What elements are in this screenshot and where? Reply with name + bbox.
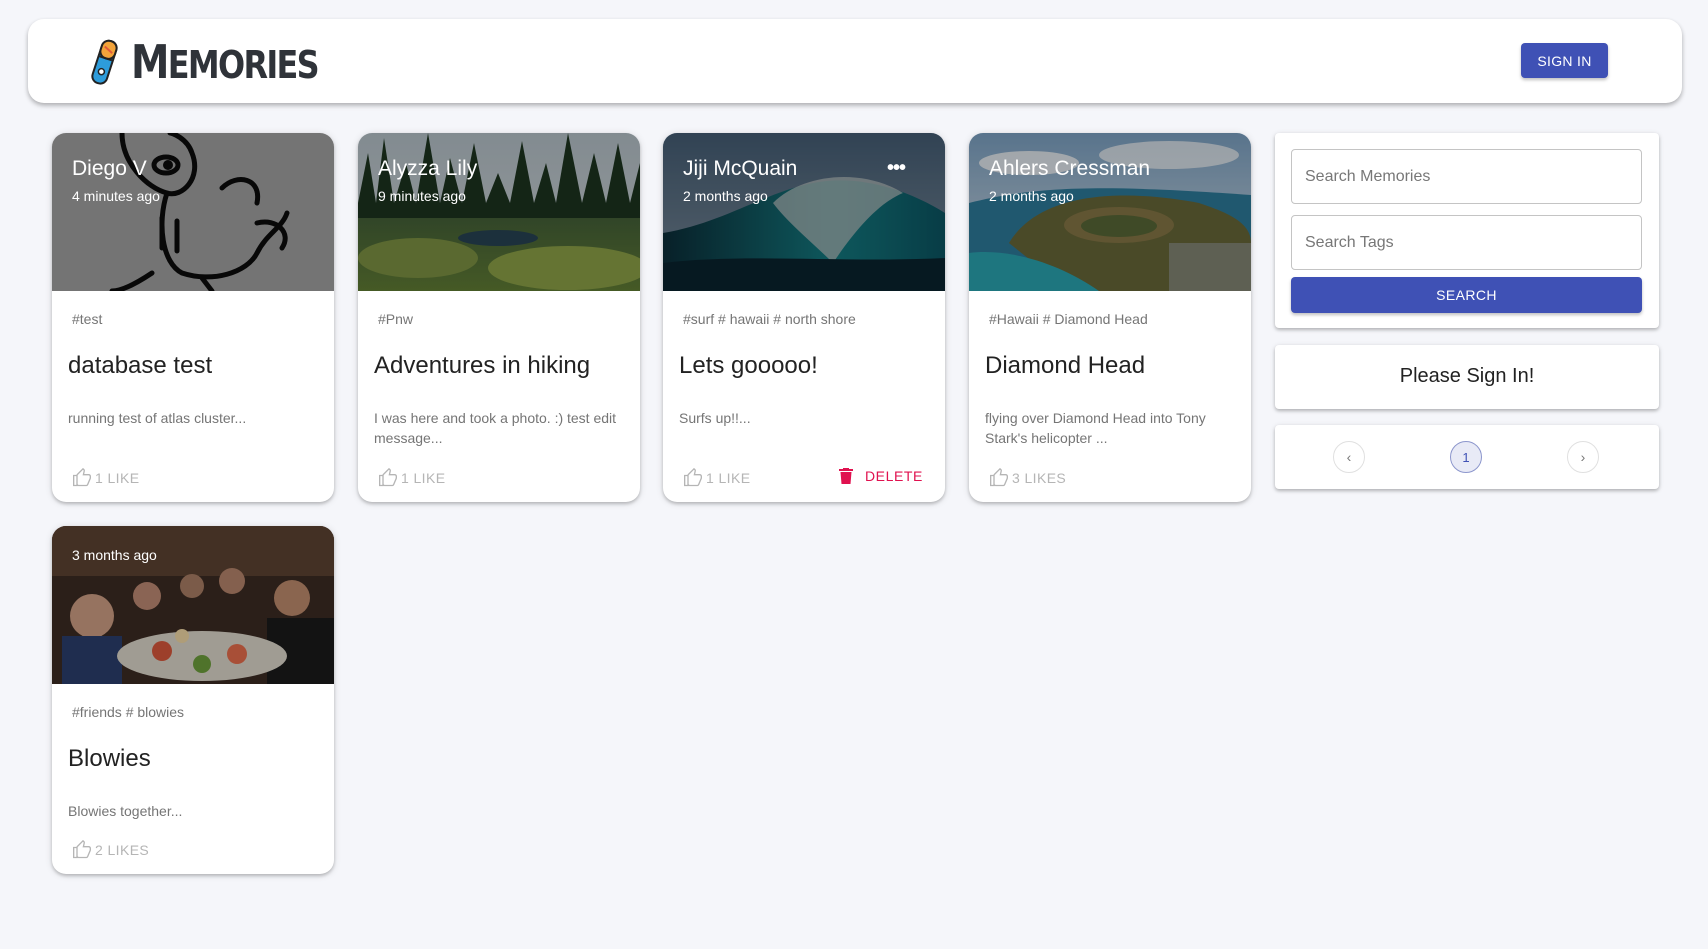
post-message: running test of atlas cluster... [68, 410, 247, 426]
post-title: database test [68, 352, 213, 379]
search-panel: SEARCH [1275, 133, 1659, 328]
post-time: 2 months ago [683, 188, 768, 204]
like-count: 1 LIKE [401, 470, 446, 486]
post-message: Surfs up!!... [679, 410, 751, 426]
thumb-up-icon [73, 840, 91, 859]
like-button[interactable]: 1 LIKE [72, 468, 139, 488]
post-card[interactable]: Ahlers Cressman 2 months ago #Hawaii # D… [969, 133, 1251, 502]
post-message: flying over Diamond Head into Tony Stark… [985, 410, 1206, 446]
like-button[interactable]: 2 LIKES [72, 840, 149, 860]
search-button[interactable]: SEARCH [1291, 277, 1642, 313]
thumb-up-icon [990, 468, 1008, 487]
thumb-up-icon [379, 468, 397, 487]
post-image: Alyzza Lily 9 minutes ago [358, 133, 640, 291]
post-title: Diamond Head [985, 352, 1146, 379]
post-card[interactable]: Alyzza Lily 9 minutes ago #Pnw Adventure… [358, 133, 640, 502]
delete-label: DELETE [864, 468, 923, 484]
page-button-current[interactable]: 1 [1450, 441, 1482, 473]
post-title: Adventures in hiking [374, 352, 591, 379]
post-image: Diego V 4 minutes ago [52, 133, 334, 291]
post-message: I was here and took a photo. :) test edi… [374, 410, 617, 446]
post-creator: Alyzza Lily [378, 157, 478, 180]
post-time: 4 minutes ago [72, 188, 160, 204]
post-tags: #test [72, 311, 103, 327]
pagination: ‹ 1 › [1275, 425, 1659, 489]
post-tags: #surf # hawaii # north shore [683, 311, 856, 327]
post-image: Jiji McQuain 2 months ago ••• [663, 133, 945, 291]
post-creator: Jiji McQuain [683, 157, 798, 180]
post-creator: Diego V [72, 157, 147, 180]
trash-icon [838, 468, 853, 484]
previous-page-button[interactable]: ‹ [1333, 441, 1365, 473]
post-card[interactable]: Diego V 4 minutes ago #test database tes… [52, 133, 334, 502]
thumb-up-icon [73, 468, 91, 487]
sign-in-button[interactable]: SIGN IN [1521, 43, 1608, 78]
post-title: Blowies [68, 745, 151, 772]
thumb-up-icon [684, 468, 702, 487]
post-card[interactable]: 3 months ago #friends # blowies Blowies … [52, 526, 334, 874]
brand[interactable]: MEMORIES [87, 35, 354, 89]
post-creator: Ahlers Cressman [989, 157, 1151, 180]
chevron-right-icon: › [1580, 449, 1586, 465]
post-image: Ahlers Cressman 2 months ago [969, 133, 1251, 291]
sign-in-message: Please Sign In! [1399, 365, 1535, 387]
like-count: 3 LIKES [1012, 470, 1067, 486]
post-tags: #friends # blowies [72, 704, 185, 720]
like-count: 2 LIKES [95, 842, 150, 858]
post-image: 3 months ago [52, 526, 334, 684]
post-time: 2 months ago [989, 188, 1074, 204]
next-page-button[interactable]: › [1567, 441, 1599, 473]
post-title: Lets gooooo! [679, 352, 818, 379]
search-tags-input[interactable] [1291, 215, 1642, 270]
like-count: 1 LIKE [95, 470, 140, 486]
like-count: 1 LIKE [706, 470, 751, 486]
post-tags: #Pnw [378, 311, 414, 327]
post-card[interactable]: Jiji McQuain 2 months ago ••• #surf # ha… [663, 133, 945, 502]
chevron-left-icon: ‹ [1346, 449, 1352, 465]
app-bar: MEMORIES SIGN IN [28, 19, 1682, 103]
like-button[interactable]: 3 LIKES [989, 468, 1066, 488]
search-memories-input[interactable] [1291, 149, 1642, 204]
sign-in-panel: Please Sign In! [1275, 345, 1659, 409]
delete-button[interactable]: DELETE [838, 468, 923, 484]
more-options-icon[interactable]: ••• [887, 157, 906, 180]
post-tags: #Hawaii # Diamond Head [989, 311, 1148, 327]
brand-title: MEMORIES [131, 35, 320, 89]
post-time: 3 months ago [72, 547, 157, 563]
post-time: 9 minutes ago [378, 188, 466, 204]
like-button[interactable]: 1 LIKE [378, 468, 445, 488]
like-button[interactable]: 1 LIKE [683, 468, 750, 488]
memories-logo-icon [91, 39, 118, 85]
post-message: Blowies together... [68, 803, 183, 819]
